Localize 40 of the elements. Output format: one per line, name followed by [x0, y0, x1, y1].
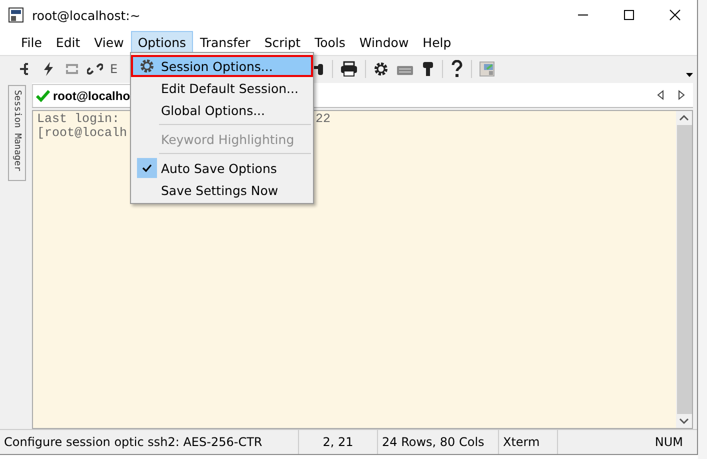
- status-text: Xterm: [499, 430, 558, 454]
- menu-item[interactable]: Options: [130, 31, 194, 54]
- menu-option[interactable]: Auto Save Options: [131, 157, 313, 179]
- side-panel-label[interactable]: Session Manager: [12, 90, 22, 180]
- menu-item[interactable]: Help: [416, 31, 458, 54]
- status-text: 24 Rows, 80 Cols: [378, 430, 499, 454]
- scroll-up-icon[interactable]: [679, 114, 689, 122]
- terminal-text: [root@localh: [37, 126, 128, 140]
- terminal-app-icon: [8, 7, 24, 23]
- check-icon: [36, 90, 50, 102]
- status-text: NUM: [654, 434, 684, 451]
- scroll-down-icon[interactable]: [679, 417, 689, 425]
- toolbar-label[interactable]: E: [110, 62, 118, 76]
- menu-option[interactable]: Save Settings Now: [131, 179, 313, 201]
- maximize-icon[interactable]: [623, 9, 635, 21]
- menu-item[interactable]: Script: [257, 31, 308, 54]
- scroll-right-icon[interactable]: [677, 90, 685, 100]
- terminal-text: Last login:: [37, 112, 120, 126]
- menu-item[interactable]: File: [14, 31, 49, 54]
- close-icon[interactable]: [669, 9, 681, 21]
- menu-item[interactable]: Tools: [308, 31, 352, 54]
- menu-item[interactable]: Window: [352, 31, 416, 54]
- scroll-left-icon[interactable]: [657, 90, 665, 100]
- menu-item[interactable]: View: [87, 31, 131, 54]
- key-icon[interactable]: [420, 60, 435, 76]
- tab-label[interactable]: root@localho: [53, 89, 130, 103]
- status-text: 2, 21: [299, 430, 378, 454]
- link-icon[interactable]: [87, 60, 103, 76]
- session-manager-panel[interactable]: Session Manager: [8, 85, 26, 181]
- terminal-text: 22: [316, 112, 331, 126]
- scrollbar[interactable]: [676, 111, 692, 428]
- menu-option[interactable]: Session Options...: [131, 55, 313, 77]
- help-icon[interactable]: [450, 60, 464, 78]
- printer-icon[interactable]: [340, 60, 358, 76]
- window-title: root@localhost:~: [32, 8, 140, 22]
- dropdown-caret-icon[interactable]: [686, 73, 693, 77]
- settings-icon[interactable]: [372, 60, 389, 76]
- menu-item[interactable]: Transfer: [193, 31, 258, 54]
- status-text: Configure session optic ssh2: AES-256-CTR: [0, 430, 299, 454]
- menu-item[interactable]: Edit: [48, 31, 88, 54]
